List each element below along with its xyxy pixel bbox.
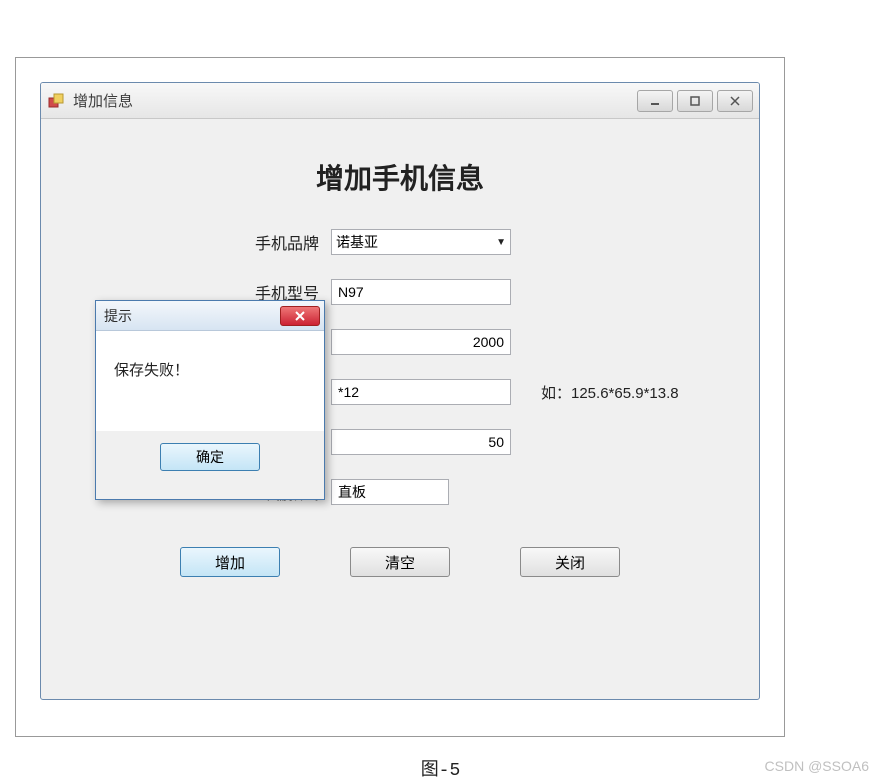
alert-close-button[interactable] <box>280 306 320 326</box>
figure-caption: 图-5 <box>0 755 881 781</box>
titlebar: 增加信息 <box>41 83 759 119</box>
alert-title: 提示 <box>104 306 280 326</box>
maximize-button[interactable] <box>677 90 713 112</box>
close-button[interactable] <box>717 90 753 112</box>
clear-button[interactable]: 清空 <box>350 547 450 577</box>
window-controls <box>637 90 753 112</box>
size-hint: 如：125.6*65.9*13.8 <box>541 382 679 403</box>
button-row: 增加 清空 关闭 <box>41 547 759 577</box>
alert-ok-button[interactable]: 确定 <box>160 443 260 471</box>
brand-select[interactable]: 诺基亚 ▼ <box>331 229 511 255</box>
app-icon <box>47 92 65 110</box>
label-brand: 手机品牌 <box>41 230 331 254</box>
row-brand: 手机品牌 诺基亚 ▼ <box>41 227 759 257</box>
alert-footer: 确定 <box>96 431 324 483</box>
page-heading: 增加手机信息 <box>41 157 759 197</box>
close-form-button[interactable]: 关闭 <box>520 547 620 577</box>
watermark: CSDN @SSOA6 <box>765 758 869 774</box>
price-input[interactable] <box>331 329 511 355</box>
window-title: 增加信息 <box>73 90 637 111</box>
weight-input[interactable] <box>331 429 511 455</box>
add-button[interactable]: 增加 <box>180 547 280 577</box>
size-input[interactable] <box>331 379 511 405</box>
model-input[interactable] <box>331 279 511 305</box>
alert-titlebar: 提示 <box>96 301 324 331</box>
style-input[interactable] <box>331 479 449 505</box>
alert-message: 保存失败！ <box>96 331 324 431</box>
alert-dialog: 提示 保存失败！ 确定 <box>95 300 325 500</box>
brand-value: 诺基亚 <box>336 232 378 252</box>
minimize-button[interactable] <box>637 90 673 112</box>
chevron-down-icon: ▼ <box>496 237 506 248</box>
